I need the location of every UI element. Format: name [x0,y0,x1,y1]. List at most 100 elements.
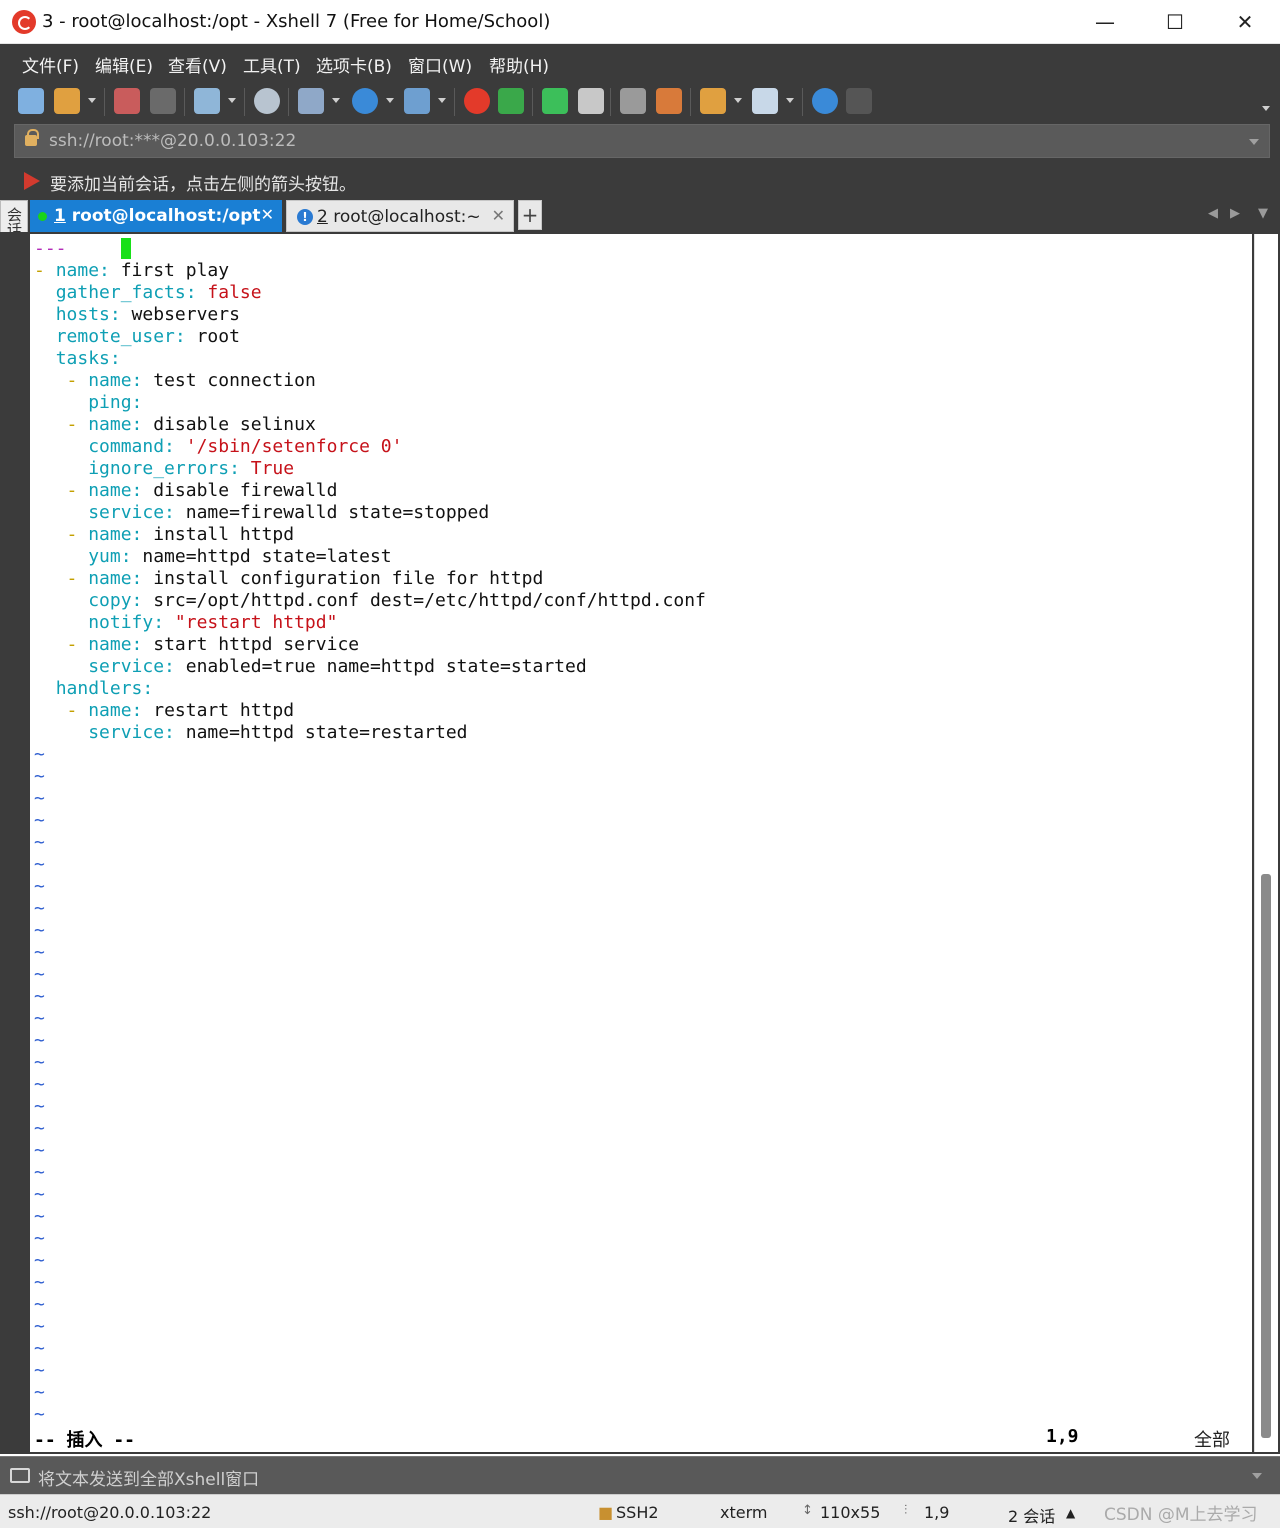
status-connection: ssh://root@20.0.0.103:22 [8,1503,212,1522]
terminal-area[interactable]: --- - name: first play gather_facts: fal… [30,234,1252,1452]
scrollbar-thumb[interactable] [1261,874,1271,1438]
vim-empty-line: ~ [34,854,45,875]
new-tab-icon[interactable] [194,88,220,114]
vim-empty-line: ~ [34,1052,45,1073]
chevron-up-icon[interactable]: ▲ [1066,1506,1075,1520]
address-bar[interactable]: ssh://root:***@20.0.0.103:22 [14,124,1270,158]
hint-text: 要添加当前会话，点击左侧的箭头按钮。 [50,175,356,195]
info-status-icon: ! [297,209,313,225]
open-folder-icon[interactable] [54,88,80,114]
find-icon[interactable] [254,88,280,114]
vim-empty-line: ~ [34,1294,45,1315]
terminal-line: ping: [88,392,143,413]
toolbar-overflow-icon[interactable] [1262,106,1270,111]
vim-empty-line: ~ [34,832,45,853]
terminal-line: service: name=httpd state=restarted [88,722,468,743]
vim-status-line: -- 插入 -- 1,9 全部 [34,1426,1248,1451]
terminal-line: - name: install httpd [66,524,295,545]
lock-icon: ■ [598,1503,614,1522]
menu-file[interactable]: 文件(F) [22,52,79,77]
vim-empty-line: ~ [34,1272,45,1293]
terminal-line: service: enabled=true name=httpd state=s… [88,656,587,677]
menu-tools[interactable]: 工具(T) [243,52,301,77]
chevron-down-icon[interactable] [1249,139,1259,145]
help-icon[interactable] [812,88,838,114]
highlight-icon[interactable] [656,88,682,114]
terminal-line: - name: test connection [66,370,316,391]
xftp-icon[interactable] [498,88,524,114]
compose-input[interactable]: 将文本发送到全部Xshell窗口 [38,1465,259,1490]
folder-dropdown-icon[interactable] [734,98,742,103]
text-cursor [120,238,131,259]
chat-icon[interactable] [846,88,872,114]
disconnect-icon[interactable] [150,88,176,114]
status-sessions[interactable]: 2 会话 [1008,1503,1055,1527]
lock-icon [25,129,39,146]
resize-icon: ↕ [802,1503,813,1518]
session-hint-bar: 要添加当前会话，点击左侧的箭头按钮。 [0,162,1280,198]
vim-empty-line: ~ [34,766,45,787]
fullscreen-icon[interactable] [542,88,568,114]
vim-empty-line: ~ [34,1316,45,1337]
menu-help[interactable]: 帮助(H) [489,52,549,77]
tab-next-icon[interactable]: ▶ [1230,206,1240,221]
tab-dropdown-icon[interactable] [228,98,236,103]
compose-window-icon[interactable] [10,1468,30,1483]
vim-empty-line: ~ [34,1030,45,1051]
globe-dropdown-icon[interactable] [386,98,394,103]
vim-empty-line: ~ [34,1184,45,1205]
menu-view[interactable]: 查看(V) [168,52,227,77]
terminal-line: ignore_errors: True [88,458,295,479]
terminal-line: hosts: webservers [55,304,240,325]
tab-session-2[interactable]: ! 2 root@localhost:~ ✕ [286,200,514,232]
tab-prev-icon[interactable]: ◀ [1208,206,1218,221]
layout-dropdown-icon[interactable] [786,98,794,103]
tab-list-icon[interactable]: ▼ [1258,206,1268,221]
close-button[interactable]: ✕ [1210,0,1280,44]
menu-tabs[interactable]: 选项卡(B) [316,52,392,77]
transfer-dropdown-icon[interactable] [332,98,340,103]
status-protocol: SSH2 [616,1503,659,1522]
open-dropdown-icon[interactable] [88,98,96,103]
status-bar: ssh://root@20.0.0.103:22 ■ SSH2 xterm ↕ … [0,1494,1280,1528]
transfer-icon[interactable] [298,88,324,114]
vim-empty-line: ~ [34,920,45,941]
lock-icon[interactable] [578,88,604,114]
terminal-line: notify: "restart httpd" [88,612,338,633]
toolbar-separator [532,88,533,116]
add-tab-button[interactable]: + [518,200,542,230]
new-folder-icon[interactable] [700,88,726,114]
maximize-button[interactable]: ☐ [1140,0,1210,44]
chevron-down-icon[interactable] [1252,1473,1262,1479]
toolbar-separator [610,88,611,116]
tab-close-icon[interactable]: ✕ [492,206,505,225]
status-size: 110x55 [820,1503,881,1522]
xshell-icon[interactable] [464,88,490,114]
tab-close-icon[interactable]: ✕ [261,205,274,224]
vim-empty-line: ~ [34,964,45,985]
vim-empty-line: ~ [34,1074,45,1095]
font-dropdown-icon[interactable] [438,98,446,103]
reconnect-icon[interactable] [114,88,140,114]
menu-window[interactable]: 窗口(W) [408,52,472,77]
tab-session-1[interactable]: 1 root@localhost:/opt ✕ [30,200,282,232]
address-input[interactable]: ssh://root:***@20.0.0.103:22 [49,131,296,151]
vim-empty-line: ~ [34,898,45,919]
menu-bar: 文件(F) 编辑(E) 查看(V) 工具(T) 选项卡(B) 窗口(W) 帮助(… [0,44,1280,84]
add-session-arrow-icon[interactable] [24,172,40,190]
xshell-app-icon[interactable] [12,10,36,34]
font-icon[interactable] [404,88,430,114]
terminal-line: gather_facts: false [55,282,262,303]
new-session-icon[interactable] [18,88,44,114]
minimize-button[interactable]: — [1070,0,1140,44]
tab-bar: 1 root@localhost:/opt ✕ ! 2 root@localho… [0,198,1280,232]
menu-edit[interactable]: 编辑(E) [95,52,153,77]
connected-status-icon [38,212,47,221]
globe-icon[interactable] [352,88,378,114]
layout-icon[interactable] [752,88,778,114]
terminal-line: - name: restart httpd [66,700,295,721]
terminal-line: copy: src=/opt/httpd.conf dest=/etc/http… [88,590,706,611]
compose-bar[interactable]: 将文本发送到全部Xshell窗口 [0,1456,1280,1494]
keyboard-icon[interactable] [620,88,646,114]
terminal-scrollbar[interactable] [1254,234,1278,1452]
